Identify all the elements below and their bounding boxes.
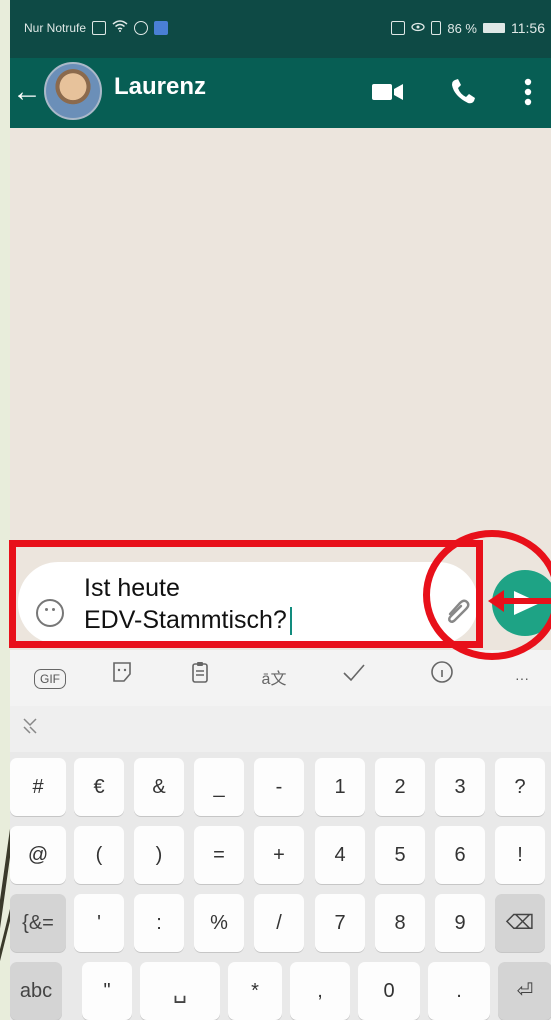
battery-icon <box>483 23 505 33</box>
key[interactable]: 9 <box>435 894 485 952</box>
more-options-button[interactable] <box>516 76 540 108</box>
more-vertical-icon <box>524 78 532 106</box>
key[interactable]: ' <box>74 894 124 952</box>
key[interactable]: 3 <box>435 758 485 816</box>
clipboard-icon <box>192 662 208 683</box>
vibrate-icon <box>431 21 442 35</box>
phone-screen: Nur Notrufe 86 % 11:56 ← Laurenz Ist heu… <box>10 0 551 1020</box>
chat-header: ← Laurenz <box>10 58 551 128</box>
key[interactable]: / <box>254 894 304 952</box>
key[interactable]: 7 <box>315 894 365 952</box>
video-camera-icon <box>372 84 403 100</box>
key[interactable]: * <box>228 962 282 1020</box>
keyboard-toolbar: GIF ā文 ··· <box>10 650 551 706</box>
key[interactable]: 2 <box>375 758 425 816</box>
gif-icon: GIF <box>34 668 66 689</box>
contact-name[interactable]: Laurenz <box>114 73 206 101</box>
abc-key[interactable]: abc <box>10 962 62 1020</box>
annotation-box <box>9 540 483 648</box>
translate-icon: ā文 <box>261 671 287 688</box>
voice-call-button[interactable] <box>446 76 482 108</box>
chevron-collapse-icon <box>23 718 37 734</box>
sync-icon <box>134 20 149 35</box>
key[interactable]: : <box>134 894 184 952</box>
translate-button[interactable]: ā文 <box>254 660 294 696</box>
key[interactable]: _ <box>194 758 244 816</box>
key[interactable]: % <box>194 894 244 952</box>
key[interactable]: ? <box>495 758 545 816</box>
collapse-keyboard-button[interactable] <box>22 712 52 746</box>
sim-icon <box>92 20 107 35</box>
info-icon <box>431 661 453 683</box>
phone-icon <box>452 79 475 104</box>
key[interactable]: @ <box>10 826 66 884</box>
more-horizontal-icon: ··· <box>515 670 529 686</box>
key[interactable]: 8 <box>375 894 425 952</box>
cast-icon <box>391 21 406 35</box>
key[interactable]: ) <box>134 826 184 884</box>
carrier-text: Nur Notrufe <box>24 20 87 35</box>
more-symbols-key[interactable]: {&= <box>10 894 66 952</box>
checkmark-icon <box>343 664 365 682</box>
battery-percent: 86 % <box>447 20 477 36</box>
clock: 11:56 <box>511 20 545 36</box>
key[interactable]: 0 <box>358 962 420 1020</box>
clipboard-button[interactable] <box>180 660 220 696</box>
key[interactable]: 6 <box>435 826 485 884</box>
sticker-button[interactable] <box>102 660 142 696</box>
gif-button[interactable]: GIF <box>30 660 70 696</box>
key[interactable]: " <box>82 962 132 1020</box>
key[interactable]: ! <box>495 826 545 884</box>
annotation-arrow <box>488 590 551 612</box>
enter-key[interactable]: ⏎ <box>498 962 551 1020</box>
key[interactable]: # <box>10 758 66 816</box>
back-arrow-icon: ← <box>12 75 42 108</box>
status-bar: Nur Notrufe 86 % 11:56 <box>10 0 551 58</box>
key[interactable]: + <box>254 826 304 884</box>
more-tools-button[interactable]: ··· <box>502 660 542 696</box>
key[interactable]: € <box>74 758 124 816</box>
symbol-keyboard: # € & _ -1 2 3? @() = +4 5 6! {&= ':%/7 8 9 ⌫ abc " ␣ *, 0. ⏎ <box>10 752 551 1020</box>
chat-area[interactable] <box>10 128 551 556</box>
key[interactable]: 1 <box>315 758 365 816</box>
keyboard-collapse-row <box>10 706 551 752</box>
eye-icon <box>411 21 426 36</box>
key[interactable]: = <box>194 826 244 884</box>
back-button[interactable]: ← <box>12 74 42 110</box>
wifi-icon <box>112 20 128 35</box>
info-button[interactable] <box>422 660 462 696</box>
status-left: Nur Notrufe <box>24 20 169 35</box>
space-key[interactable]: ␣ <box>140 962 220 1020</box>
sticker-icon <box>113 662 131 682</box>
key[interactable]: & <box>134 758 184 816</box>
backspace-key[interactable]: ⌫ <box>495 894 545 952</box>
key[interactable]: 4 <box>315 826 365 884</box>
key[interactable]: . <box>428 962 490 1020</box>
key[interactable]: , <box>290 962 350 1020</box>
key[interactable]: 5 <box>375 826 425 884</box>
status-right: 86 % 11:56 <box>391 20 545 36</box>
avatar[interactable] <box>44 62 102 120</box>
video-call-button[interactable] <box>370 76 406 108</box>
spellcheck-button[interactable] <box>334 660 374 696</box>
key[interactable]: ( <box>74 826 124 884</box>
key[interactable]: - <box>254 758 304 816</box>
notification-icon <box>154 20 169 35</box>
